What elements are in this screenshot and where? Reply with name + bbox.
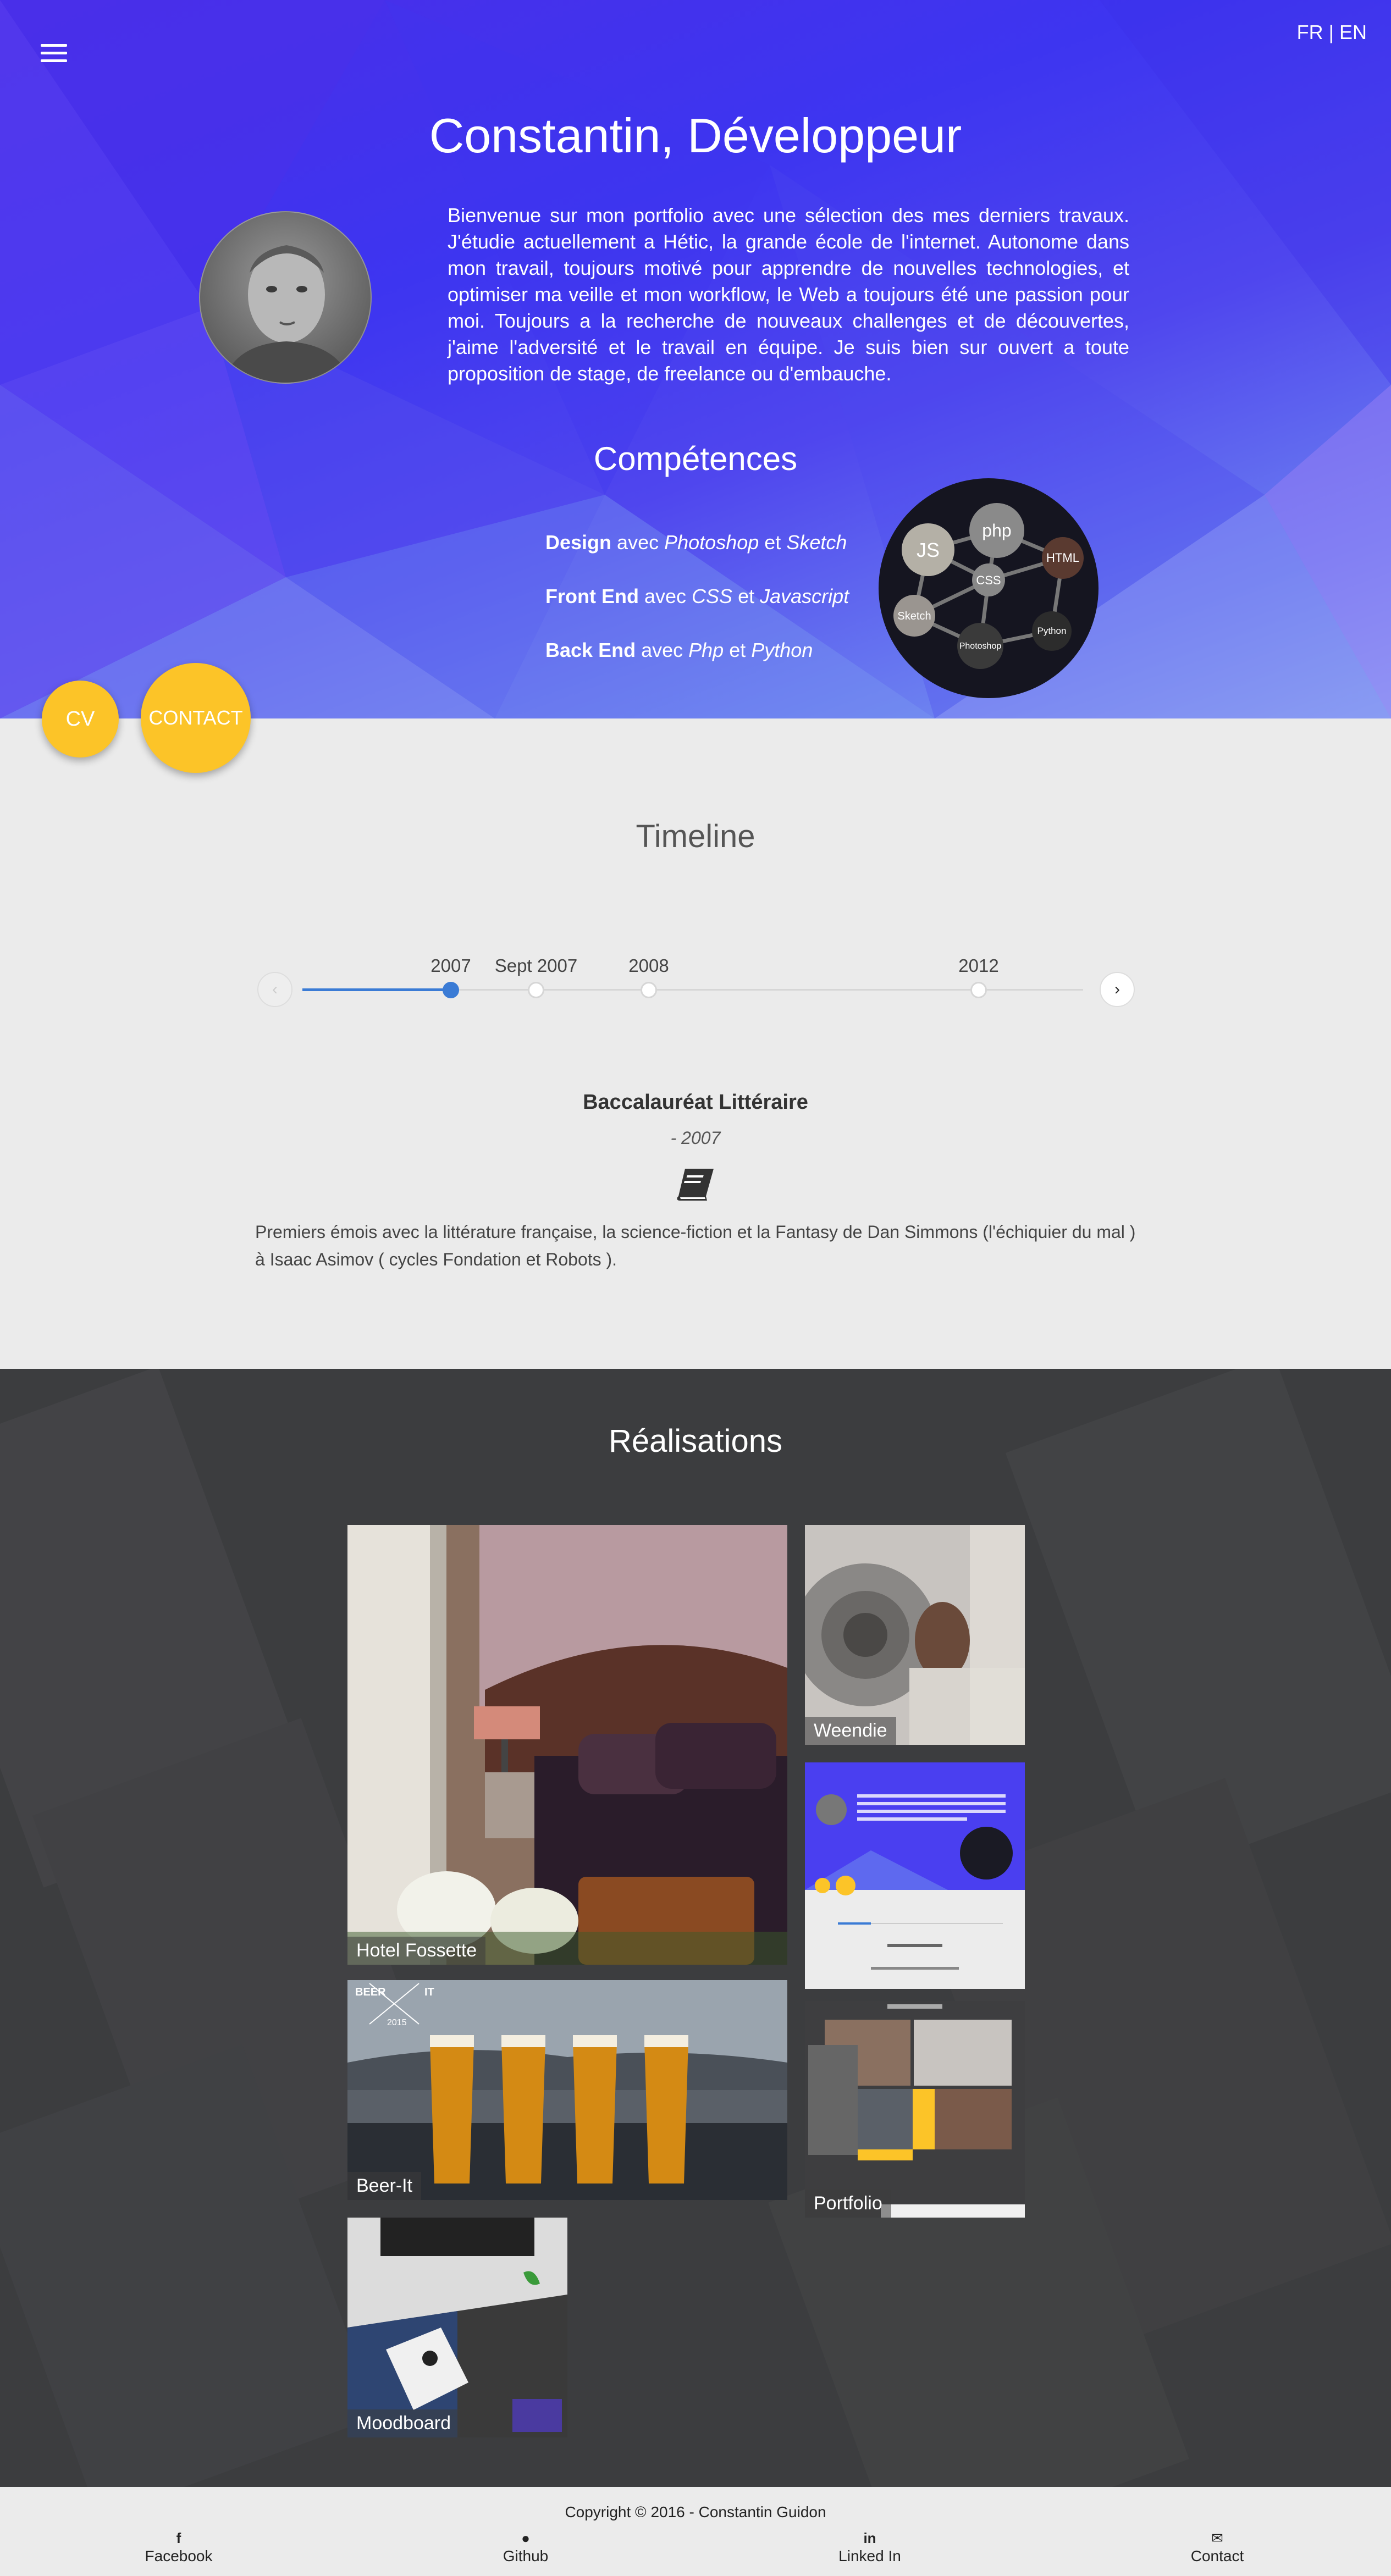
skill-with: avec bbox=[644, 585, 687, 607]
skill-and: et bbox=[764, 531, 781, 554]
project-hotel-fossette[interactable]: Hotel Fossette bbox=[347, 1525, 787, 1965]
footer-link-facebook[interactable]: f Facebook bbox=[96, 2529, 261, 2565]
project-weendie[interactable]: Weendie bbox=[805, 1525, 1025, 1745]
skills-graph: JS php HTML CSS Sketch Photoshop Python bbox=[879, 478, 1099, 698]
contact-button[interactable]: CONTACT bbox=[141, 663, 251, 773]
beer-it-image: BEER IT 2015 bbox=[347, 1980, 787, 2200]
project-label: Portfolio bbox=[805, 2190, 891, 2218]
timeline-next-button[interactable]: › bbox=[1100, 972, 1135, 1007]
graph-node-label: JS bbox=[917, 539, 940, 561]
footer-link-label: Linked In bbox=[838, 2547, 901, 2564]
github-icon: ● bbox=[521, 2530, 530, 2546]
footer-link-label: Contact bbox=[1190, 2547, 1244, 2564]
project-portfolio-screenshot[interactable] bbox=[805, 1762, 1025, 1989]
timeline-date[interactable]: 2008 bbox=[628, 955, 669, 976]
project-label: Beer-It bbox=[347, 2172, 422, 2200]
skill-area: Design bbox=[545, 531, 612, 554]
timeline-date[interactable]: 2012 bbox=[958, 955, 998, 976]
footer-link-label: Github bbox=[503, 2547, 549, 2564]
timeline-dot[interactable] bbox=[641, 982, 657, 998]
hero-section: FR | EN Constantin, Développeur Bienvenu… bbox=[0, 0, 1391, 718]
project-moodboard[interactable]: Moodboard bbox=[347, 2218, 567, 2437]
skill-and: et bbox=[738, 585, 755, 607]
timeline-prev-button[interactable]: ‹ bbox=[257, 972, 292, 1007]
project-label: Hotel Fossette bbox=[347, 1937, 486, 1965]
event-date: - 2007 bbox=[670, 1128, 721, 1148]
chevron-left-icon: ‹ bbox=[272, 980, 278, 998]
timeline-date[interactable]: 2007 bbox=[430, 955, 471, 976]
graph-node-label: CSS bbox=[976, 573, 1001, 587]
project-beer-it[interactable]: BEER IT 2015 Beer-It bbox=[347, 1980, 787, 2200]
skill-tool: Javascript bbox=[760, 585, 849, 607]
skill-area: Front End bbox=[545, 585, 639, 607]
timeline-progress bbox=[302, 988, 451, 991]
skill-design: Design avec Photoshop et Sketch bbox=[545, 531, 847, 554]
skill-front-end: Front End avec CSS et Javascript bbox=[545, 585, 849, 608]
lang-separator: | bbox=[1328, 21, 1334, 43]
realisations-section: Réalisations Hotel Fossette Weendie BEER… bbox=[0, 1369, 1391, 2487]
graph-node-label: php bbox=[982, 521, 1011, 540]
page-title: Constantin, Développeur bbox=[429, 108, 962, 163]
lang-en-link[interactable]: EN bbox=[1339, 21, 1367, 43]
timeline-title: Timeline bbox=[636, 819, 755, 854]
skill-area: Back End bbox=[545, 639, 636, 661]
footer-link-github[interactable]: ● Github bbox=[443, 2529, 608, 2565]
facebook-icon: f bbox=[176, 2530, 181, 2546]
skill-and: et bbox=[729, 639, 746, 661]
skill-with: avec bbox=[617, 531, 659, 554]
cv-button[interactable]: CV bbox=[42, 681, 119, 758]
footer-link-linkedin[interactable]: in Linked In bbox=[787, 2529, 952, 2565]
footer-link-label: Facebook bbox=[145, 2547, 213, 2564]
weendie-image bbox=[805, 1525, 1025, 1745]
hamburger-menu-icon[interactable] bbox=[41, 44, 67, 63]
footer: Copyright © 2016 - Constantin Guidon f F… bbox=[0, 2487, 1391, 2576]
project-label: Moodboard bbox=[347, 2409, 460, 2437]
beer-logo-year: 2015 bbox=[387, 2018, 407, 2027]
realisations-title: Réalisations bbox=[609, 1423, 782, 1459]
chevron-right-icon: › bbox=[1114, 980, 1120, 998]
beer-logo-text: BEER bbox=[355, 1986, 386, 1998]
avatar bbox=[199, 211, 372, 384]
footer-link-contact[interactable]: ✉ Contact bbox=[1135, 2529, 1300, 2565]
skill-with: avec bbox=[641, 639, 683, 661]
lang-fr-link[interactable]: FR bbox=[1297, 21, 1323, 43]
graph-node-label: Python bbox=[1037, 626, 1067, 636]
skill-tool: Php bbox=[688, 639, 724, 661]
skill-tool: Photoshop bbox=[664, 531, 759, 554]
graph-node-label: Photoshop bbox=[959, 642, 1002, 651]
graph-node-label: Sketch bbox=[897, 610, 931, 622]
timeline-dot[interactable] bbox=[970, 982, 987, 998]
portfolio-screenshot-image bbox=[805, 1762, 1025, 1970]
event-title: Baccalauréat Littéraire bbox=[583, 1091, 808, 1114]
project-portfolio[interactable]: Portfolio bbox=[805, 2001, 1025, 2218]
skill-tool: Sketch bbox=[786, 531, 847, 554]
portfolio-image bbox=[805, 2001, 1025, 2218]
book-icon bbox=[677, 1169, 714, 1201]
linkedin-icon: in bbox=[863, 2530, 876, 2546]
moodboard-image bbox=[347, 2218, 567, 2437]
timeline-dot-active[interactable] bbox=[443, 982, 459, 998]
skill-tool: CSS bbox=[692, 585, 733, 607]
copyright-text: Copyright © 2016 - Constantin Guidon bbox=[565, 2503, 826, 2520]
mail-icon: ✉ bbox=[1211, 2530, 1223, 2546]
event-description: Premiers émois avec la littérature franç… bbox=[255, 1222, 1136, 1269]
skills-title: Compétences bbox=[593, 440, 798, 477]
bio-text: Bienvenue sur mon portfolio avec une sél… bbox=[448, 204, 1129, 385]
skill-tool: Python bbox=[751, 639, 813, 661]
project-label: Weendie bbox=[805, 1717, 896, 1745]
language-switcher: FR | EN bbox=[1297, 21, 1367, 44]
timeline-dot[interactable] bbox=[528, 982, 544, 998]
beer-logo-text: IT bbox=[424, 1986, 434, 1998]
hotel-image bbox=[347, 1525, 787, 1965]
graph-node-label: HTML bbox=[1046, 551, 1079, 565]
skill-back-end: Back End avec Php et Python bbox=[545, 639, 813, 662]
timeline-date[interactable]: Sept 2007 bbox=[495, 955, 577, 976]
